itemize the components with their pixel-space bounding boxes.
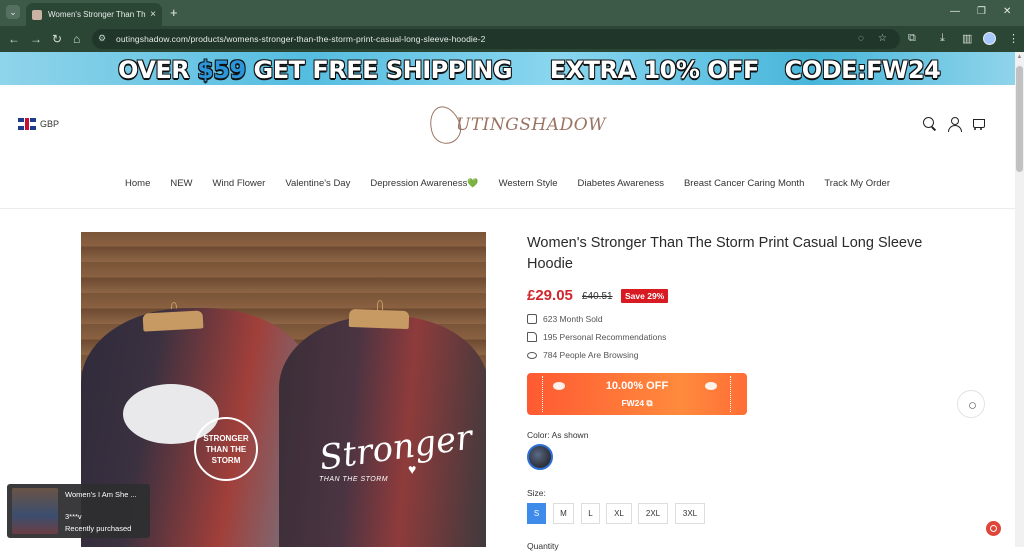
browser-tab-bar: ⌄ Women's Stronger Than The St × + — ❐ ✕ — [0, 0, 1024, 26]
reload-icon[interactable]: ↻ — [52, 32, 62, 46]
size-label: Size: — [527, 488, 546, 498]
quantity-label: Quantity — [527, 541, 559, 551]
product-price: £29.05 — [527, 287, 573, 304]
main-nav: Home NEW Wind Flower Valentine's Day Dep… — [0, 178, 1015, 196]
tab-favicon-icon — [32, 9, 42, 20]
nav-depression-awareness-label: Depression Awareness — [370, 178, 468, 189]
restore-button[interactable]: ❐ — [977, 6, 986, 17]
color-label: Color: As shown — [527, 430, 589, 440]
stat-browsing-text: 784 People Are Browsing — [543, 350, 639, 360]
share-icon[interactable] — [957, 390, 985, 418]
account-icon[interactable] — [947, 116, 963, 132]
currency-label: GBP — [40, 119, 60, 129]
currency-selector[interactable]: GBP — [18, 118, 59, 130]
cart-icon[interactable] — [971, 116, 987, 132]
popup-product-name: Women's I Am She ... — [65, 490, 137, 499]
bag-icon — [527, 314, 537, 324]
print-heart-icon: ♥ — [408, 461, 417, 477]
green-heart-icon: 💚 — [467, 178, 479, 188]
bookmark-star-icon[interactable]: ☆ — [878, 33, 887, 44]
menu-kebab-icon[interactable]: ⋮ — [1008, 32, 1019, 45]
banner-code: CODE:FW24 — [784, 56, 941, 84]
nav-valentines-day[interactable]: Valentine's Day — [285, 178, 350, 196]
size-option-xl[interactable]: XL — [606, 503, 632, 524]
tab-list-button[interactable]: ⌄ — [6, 5, 20, 19]
stat-month-sold: 623 Month Sold — [527, 314, 603, 324]
size-option-2xl[interactable]: 2XL — [638, 503, 668, 524]
site-logo[interactable]: UTINGSHADOW — [424, 102, 607, 148]
popup-status: Recently purchased — [65, 524, 132, 533]
side-panel-icon[interactable]: ▥ — [962, 32, 972, 45]
popup-user: 3***v — [65, 512, 82, 521]
nav-home[interactable]: Home — [125, 178, 150, 196]
nav-breast-cancer-caring-month[interactable]: Breast Cancer Caring Month — [684, 178, 804, 196]
thumbs-up-icon — [527, 332, 537, 342]
page-scrollbar[interactable]: ▲ — [1015, 52, 1024, 547]
stat-recommendations: 195 Personal Recommendations — [527, 332, 666, 342]
coupon-code-copy[interactable]: FW24 ⧉ — [527, 398, 747, 409]
product-title: Women's Stronger Than The Storm Print Ca… — [527, 235, 923, 272]
recent-purchase-popup[interactable]: Women's I Am She ... 3***v Recently purc… — [7, 484, 150, 538]
coupon-card[interactable]: 10.00% OFF FW24 ⧉ — [527, 373, 747, 415]
stat-recommendations-text: 195 Personal Recommendations — [543, 332, 667, 342]
header-divider — [0, 208, 1015, 209]
omnibox[interactable]: ⚙ outingshadow.com/products/womens-stron… — [92, 29, 900, 49]
help-chat-icon[interactable] — [986, 521, 1001, 536]
size-option-m[interactable]: M — [553, 503, 574, 524]
popup-product-image — [12, 488, 58, 534]
banner-text-part1: OVER — [118, 56, 198, 84]
promo-banner[interactable]: OVER $59 GET FREE SHIPPING EXTRA 10% OFF… — [0, 52, 1015, 85]
eye-off-icon[interactable]: ◌ — [858, 33, 864, 44]
download-icon[interactable]: ⤓ — [940, 32, 945, 45]
stat-month-sold-text: 623 Month Sold — [543, 314, 603, 324]
coupon-discount: 10.00% OFF — [605, 380, 669, 392]
browser-tab[interactable]: Women's Stronger Than The St × — [26, 3, 162, 26]
nav-wind-flower[interactable]: Wind Flower — [213, 178, 266, 196]
scroll-up-arrow-icon[interactable]: ▲ — [1016, 54, 1023, 63]
address-bar-row: ← → ↻ ⌂ ⚙ outingshadow.com/products/wome… — [0, 26, 1024, 52]
profile-avatar-icon[interactable] — [983, 32, 996, 45]
search-icon[interactable] — [922, 116, 938, 132]
nav-depression-awareness[interactable]: Depression Awareness💚 — [370, 178, 478, 196]
nav-western-style[interactable]: Western Style — [499, 178, 558, 196]
banner-extra: EXTRA 10% OFF — [549, 56, 760, 84]
minimize-button[interactable]: — — [950, 6, 960, 17]
forward-icon[interactable]: → — [30, 32, 42, 46]
close-window-button[interactable]: ✕ — [1003, 6, 1011, 17]
size-option-l[interactable]: L — [581, 503, 600, 524]
size-option-s[interactable]: S — [527, 503, 546, 524]
nav-diabetes-awareness[interactable]: Diabetes Awareness — [578, 178, 664, 196]
home-icon[interactable]: ⌂ — [73, 32, 80, 46]
size-option-3xl[interactable]: 3XL — [675, 503, 705, 524]
back-icon[interactable]: ← — [8, 32, 20, 46]
logo-feather-icon — [424, 102, 466, 148]
url-text[interactable]: outingshadow.com/products/womens-stronge… — [116, 34, 485, 44]
logo-text: UTINGSHADOW — [456, 115, 607, 135]
banner-text: OVER $59 GET FREE SHIPPING EXTRA 10% OFF… — [118, 56, 941, 84]
original-price: £40.51 — [582, 291, 613, 302]
site-info-icon[interactable]: ⚙ — [98, 33, 110, 45]
extensions-icon[interactable]: ⧉ — [908, 32, 916, 45]
hanger-hook-right — [377, 300, 383, 310]
hanger-right — [348, 308, 410, 330]
banner-text-part2: GET FREE SHIPPING — [245, 56, 513, 84]
uk-flag-icon — [18, 118, 36, 130]
nav-new[interactable]: NEW — [170, 178, 192, 196]
eye-icon — [527, 351, 537, 359]
print-badge-text: STRONGER THAN THE STORM — [194, 417, 258, 481]
scroll-thumb[interactable] — [1016, 66, 1023, 172]
new-tab-button[interactable]: + — [170, 6, 178, 19]
tab-close-icon[interactable]: × — [150, 9, 156, 20]
stat-browsing: 784 People Are Browsing — [527, 350, 638, 360]
banner-amount: $59 — [197, 56, 246, 84]
tab-title: Women's Stronger Than The St — [48, 10, 146, 19]
color-swatch[interactable] — [527, 444, 553, 470]
nav-track-my-order[interactable]: Track My Order — [824, 178, 890, 196]
hanger-left — [142, 310, 204, 332]
print-sub-text: THAN THE STORM — [319, 476, 389, 483]
save-badge: Save 29% — [621, 289, 669, 303]
